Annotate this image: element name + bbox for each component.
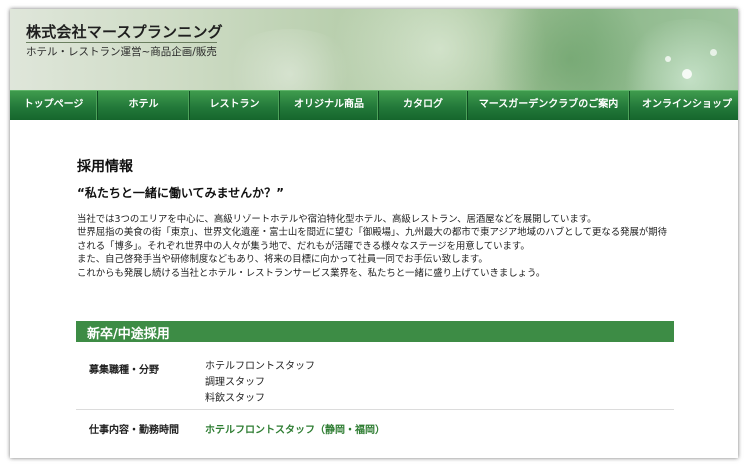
position-item: 調理スタッフ	[205, 377, 265, 388]
nav-item-online-shop[interactable]: オンラインショップ	[630, 91, 738, 120]
row-label-job-details: 仕事内容・勤務時間	[89, 425, 179, 436]
site-header: 株式会社マースプランニング ホテル・レストラン運営~商品企画/販売	[10, 9, 738, 90]
job-link-hotel-front[interactable]: ホテルフロントスタッフ（静岡・福岡）	[205, 421, 385, 436]
nav-item-garden-club[interactable]: マースガーデンクラブのご案内	[468, 91, 630, 120]
row-divider	[76, 409, 674, 410]
nav-item-top[interactable]: トップページ	[10, 91, 98, 120]
intro-line: される「博多」。それぞれ世界中の人々が集う地で、だれもが活躍できる様々なステージ…	[77, 240, 530, 252]
nav-item-original-goods[interactable]: オリジナル商品	[280, 91, 379, 120]
intro-line: 当社では3つのエリアを中心に、高級リゾートホテルや宿泊特化型ホテル、高級レストラ…	[77, 214, 597, 225]
site-title[interactable]: 株式会社マースプランニング	[26, 21, 223, 42]
browser-page: 株式会社マースプランニング ホテル・レストラン運営~商品企画/販売 トップページ…	[10, 9, 738, 458]
intro-line: 世界屈指の美食の街「東京」、世界文化遺産・富士山を間近に望む「御殿場」、九州最大…	[77, 227, 667, 239]
page-title: 採用情報	[77, 159, 133, 175]
section-title: 新卒/中途採用	[87, 327, 170, 342]
nav-item-hotel[interactable]: ホテル	[98, 91, 190, 120]
section-header-recruitment: 新卒/中途採用	[76, 321, 674, 342]
row-label-positions: 募集職種・分野	[89, 365, 159, 376]
intro-line: これからも発展し続ける当社とホテル・レストランサービス業界を、私たちと一緒に盛り…	[77, 267, 546, 279]
intro-text: 当社では3つのエリアを中心に、高級リゾートホテルや宿泊特化型ホテル、高級レストラ…	[77, 213, 677, 280]
position-item: ホテルフロントスタッフ	[205, 361, 315, 372]
nav-item-restaurant[interactable]: レストラン	[190, 91, 280, 120]
header-bokeh-decoration	[665, 56, 671, 62]
position-item: 料飲スタッフ	[205, 393, 265, 404]
site-subtitle: ホテル・レストラン運営~商品企画/販売	[26, 42, 217, 59]
header-bokeh-decoration	[682, 69, 692, 79]
header-bokeh-decoration	[710, 49, 717, 56]
intro-line: また、自己啓発手当や研修制度などもあり、将来の目標に向かって社員一同でお手伝い致…	[77, 254, 488, 266]
global-nav: トップページ ホテル レストラン オリジナル商品 カタログ マースガーデンクラブ…	[10, 90, 738, 120]
nav-item-catalog[interactable]: カタログ	[379, 91, 468, 120]
row-values-positions: ホテルフロントスタッフ 調理スタッフ 料飲スタッフ	[205, 359, 315, 407]
catch-copy: “私たちと一緒に働いてみませんか？”	[77, 186, 285, 200]
